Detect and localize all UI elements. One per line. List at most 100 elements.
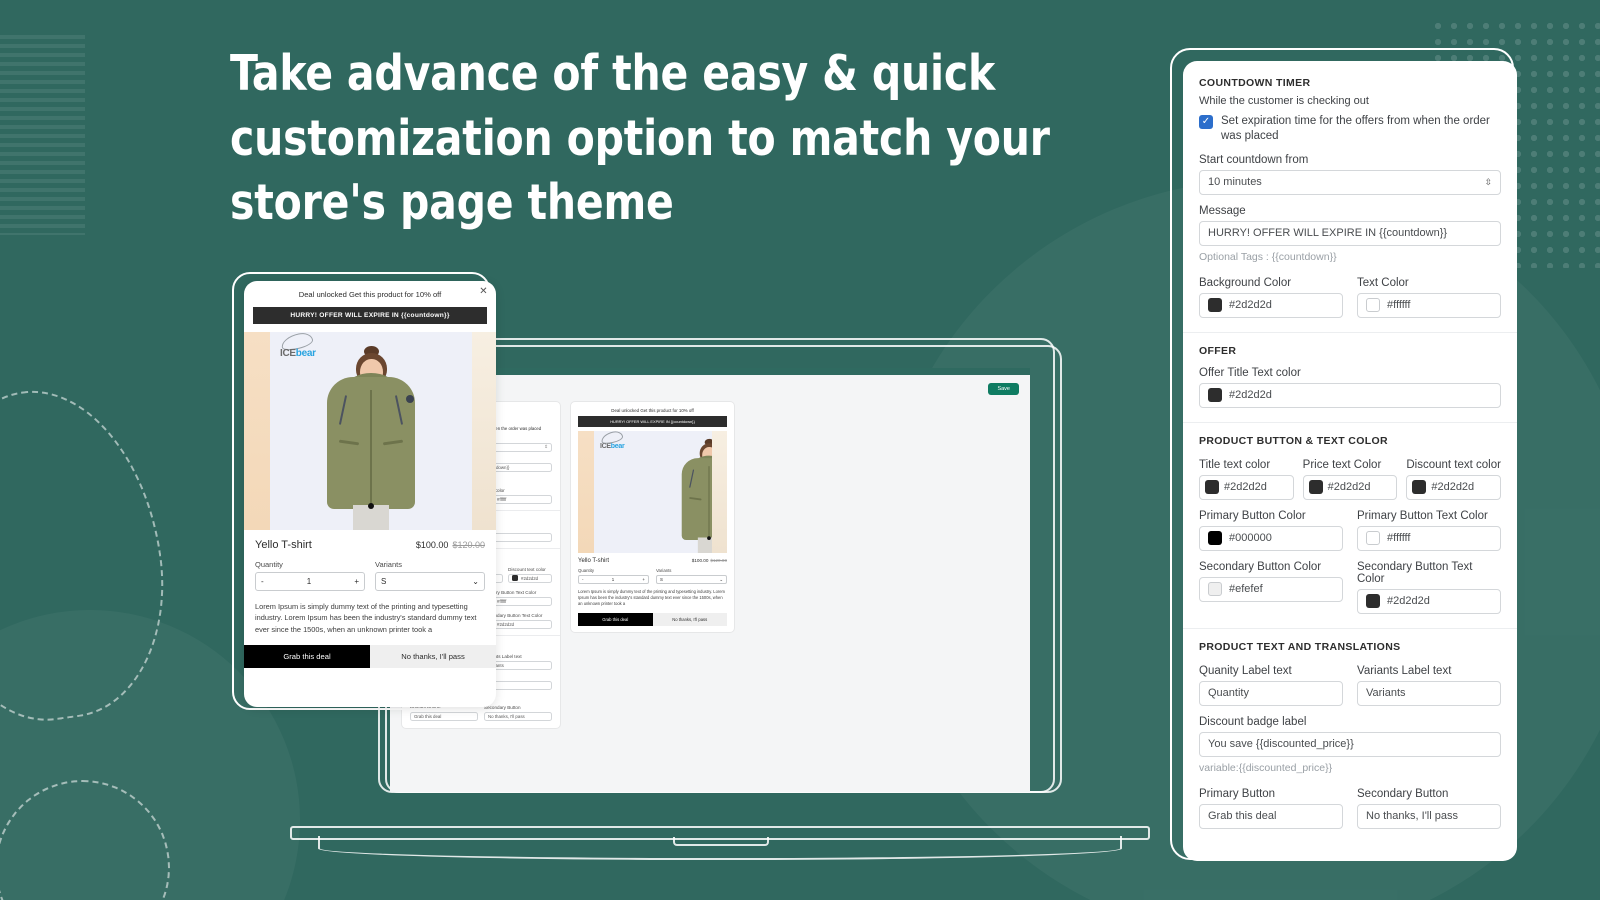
mini-save-button[interactable]: Save (988, 382, 1019, 395)
title-text-color-input[interactable]: #2d2d2d (1199, 474, 1294, 500)
divider (1183, 421, 1517, 423)
popup-quantity-stepper[interactable]: - 1 + (255, 572, 365, 591)
primary-button-text-color-input[interactable]: #ffffff (1357, 525, 1501, 551)
title-text-color-label: Title text color (1199, 458, 1271, 471)
secondary-button-color-label: Secondary Button Color (1199, 560, 1322, 573)
brand-ice-text: ICE (600, 443, 611, 450)
brand-ice-text: ICE (280, 348, 296, 359)
message-label: Message (1199, 204, 1246, 217)
mini-product-title: Yello T-shirt (578, 558, 610, 564)
section-countdown-timer: COUNTDOWN TIMER (1199, 77, 1311, 89)
mini-discount-text-label: Discount text color (508, 566, 546, 572)
popup-quantity-label: Quantity (255, 560, 283, 569)
mini-secondary-btn-text-value: #2d2d2d (497, 621, 515, 627)
mini-product-price: $100.00 (691, 558, 709, 563)
section-offer: OFFER (1199, 344, 1237, 357)
primary-button-color-input[interactable]: #000000 (1199, 525, 1343, 551)
laptop-notch (673, 837, 769, 846)
divider (1183, 331, 1517, 333)
message-input[interactable]: HURRY! OFFER WILL EXPIRE IN {{countdown}… (1199, 220, 1501, 246)
color-swatch-icon[interactable] (1205, 480, 1219, 495)
mini-product-description: Lorem Ipsum is simply dummy text of the … (578, 589, 725, 607)
color-swatch-icon[interactable] (1208, 531, 1222, 546)
popup-product-gallery: ICEbear (244, 332, 496, 530)
mini-quantity-minus[interactable]: - (582, 577, 583, 582)
section-product-text-translations: PRODUCT TEXT AND TRANSLATIONS (1199, 640, 1401, 653)
mini-primary-btn-text-value: #ffffff (497, 598, 507, 604)
variants-label-text-input[interactable]: Variants (1357, 680, 1501, 706)
mini-quantity-value: 1 (611, 577, 615, 582)
grab-this-deal-button[interactable]: Grab this deal (244, 645, 370, 669)
price-text-color-label: Price text Color (1302, 458, 1382, 471)
color-swatch-icon[interactable] (1308, 480, 1323, 495)
popup-product-title: Yello T-shirt (255, 539, 312, 551)
mini-primary-cta[interactable]: Grab this deal (578, 613, 653, 627)
close-icon[interactable]: ✕ (478, 286, 489, 297)
chevron-down-icon: ⌄ (719, 576, 723, 582)
product-offer-popup: Deal unlocked Get this product for 10% o… (244, 281, 496, 707)
offer-title-color-input[interactable]: #2d2d2d (1199, 382, 1501, 408)
brand-logo: ICEbear (280, 348, 316, 359)
quantity-plus-button[interactable]: + (354, 577, 359, 586)
secondary-button-text-input[interactable]: No thanks, I'll pass (1357, 803, 1501, 829)
quantity-value: 1 (306, 577, 312, 586)
start-countdown-select[interactable]: 10 minutes ⇳ (1199, 169, 1501, 195)
color-swatch-icon[interactable] (1366, 298, 1380, 313)
quantity-label-text-input[interactable]: Quantity (1199, 680, 1343, 706)
discount-text-color-input[interactable]: #2d2d2d (1406, 474, 1502, 500)
settings-panel: COUNTDOWN TIMER While the customer is ch… (1183, 61, 1517, 861)
color-swatch-icon[interactable] (1412, 480, 1427, 495)
popup-compare-price: $120.00 (452, 540, 485, 550)
mini-quantity-field-label: Quantity (578, 568, 595, 573)
expiration-checkbox-label: Set expiration time for the offers from … (1221, 115, 1490, 142)
popup-product-price: $100.00 (415, 540, 449, 550)
color-swatch-icon[interactable] (1366, 594, 1380, 609)
expiration-checkbox-row[interactable]: ✓ Set expiration time for the offers fro… (1199, 114, 1501, 144)
mini-quantity-stepper[interactable]: - 1 + (578, 575, 649, 584)
mini-gallery-main: ICEbear (594, 431, 712, 553)
price-text-color-input[interactable]: #2d2d2d (1302, 474, 1398, 500)
secondary-button-text-color-label: Secondary Button Text Color (1357, 560, 1473, 585)
discount-badge-input[interactable]: You save {{discounted_price}} (1199, 731, 1501, 757)
discount-badge-hint: variable:{{discounted_price}} (1199, 761, 1333, 774)
primary-button-text-input[interactable]: Grab this deal (1199, 803, 1343, 829)
color-swatch-icon[interactable] (1208, 298, 1222, 313)
discount-text-color-label: Discount text color (1406, 458, 1501, 471)
mini-deal-text: Deal unlocked Get this product for 10% o… (611, 408, 694, 413)
popup-variants-select[interactable]: S ⌄ (375, 572, 485, 591)
mini-primary-button-input[interactable]: Grab this deal (410, 711, 478, 721)
popup-countdown-banner: HURRY! OFFER WILL EXPIRE IN {{countdown}… (253, 307, 487, 324)
text-color-value: #ffffff (1387, 299, 1411, 312)
mini-secondary-cta[interactable]: No thanks, I'll pass (652, 613, 727, 627)
mini-discount-text-input[interactable]: #2d2d2d (508, 573, 552, 583)
no-thanks-button[interactable]: No thanks, I'll pass (370, 645, 496, 669)
variants-label-text-label: Variants Label text (1357, 664, 1452, 677)
background-color-input[interactable]: #2d2d2d (1199, 292, 1343, 318)
variant-value: S (381, 577, 387, 586)
offer-title-color-value: #2d2d2d (1229, 389, 1272, 402)
color-swatch-icon[interactable] (1208, 582, 1222, 597)
text-color-input[interactable]: #ffffff (1357, 292, 1501, 318)
mini-variant-value: S (660, 577, 663, 582)
background-color-value: #2d2d2d (1229, 299, 1272, 312)
price-text-color-value: #2d2d2d (1327, 481, 1371, 494)
mini-variants-select[interactable]: S ⌄ (656, 575, 727, 584)
color-swatch-icon[interactable] (1208, 388, 1222, 403)
title-text-color-value: #2d2d2d (1224, 481, 1267, 494)
mini-secondary-button-input[interactable]: No thanks, I'll pass (484, 711, 552, 721)
section-product-button-text-color: PRODUCT BUTTON & TEXT COLOR (1199, 434, 1388, 447)
stripe-pattern (0, 35, 85, 235)
chevron-down-icon: ⌄ (472, 577, 479, 586)
mini-quantity-plus[interactable]: + (642, 577, 645, 582)
mini-product-gallery: ICEbear (578, 431, 727, 553)
secondary-button-text-color-input[interactable]: #2d2d2d (1357, 588, 1501, 614)
primary-button-color-label: Primary Button Color (1199, 509, 1306, 522)
secondary-button-color-input[interactable]: #efefef (1199, 576, 1343, 602)
countdown-subtitle: While the customer is checking out (1199, 95, 1369, 107)
optional-tags-hint: Optional Tags : {{countdown}} (1199, 250, 1337, 263)
mini-secondary-button-label: Secondary Button (484, 704, 521, 710)
background-color-label: Background Color (1199, 276, 1292, 289)
mini-product-compare-price: $120.00 (710, 558, 727, 563)
brand-bear-text: bear (295, 348, 316, 359)
color-swatch-icon[interactable] (1366, 531, 1380, 546)
